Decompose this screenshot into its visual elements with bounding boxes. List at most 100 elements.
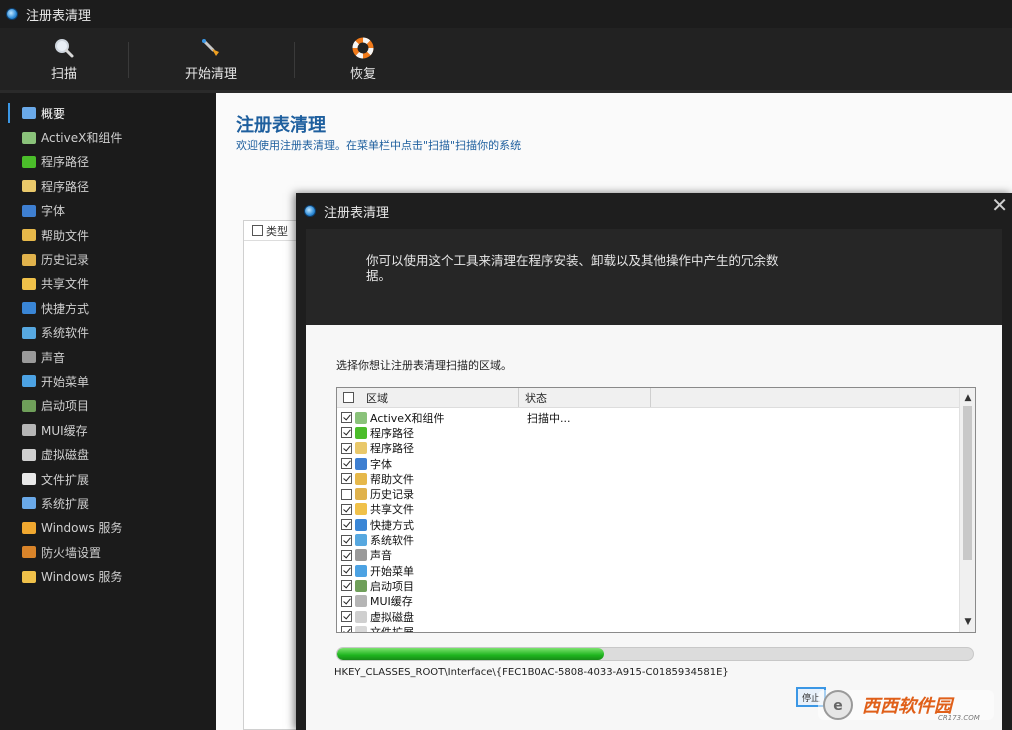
svg-text:e: e <box>833 698 843 714</box>
start-clean-label: 开始清理 <box>184 66 237 82</box>
status-column-header[interactable]: 状态 <box>519 388 651 407</box>
table-row[interactable]: 系统软件 <box>337 532 959 547</box>
select-all-checkbox[interactable] <box>252 225 263 236</box>
area-checkbox[interactable] <box>341 595 352 607</box>
scroll-down-icon[interactable]: ▼ <box>960 614 975 630</box>
sidebar-item-label: 帮助文件 <box>41 228 90 243</box>
sidebar-item[interactable]: 系统软件 <box>0 321 216 345</box>
status-cell: 扫描中... <box>527 411 571 425</box>
area-checkbox[interactable] <box>341 458 352 470</box>
area-label: 共享文件 <box>370 503 414 517</box>
scroll-thumb[interactable] <box>963 406 972 560</box>
area-checkbox[interactable] <box>341 519 352 531</box>
table-row[interactable]: 程序路径 <box>337 425 959 440</box>
scroll-up-icon[interactable]: ▲ <box>960 390 975 406</box>
sidebar-item[interactable]: 帮助文件 <box>0 223 216 247</box>
table-row[interactable]: 文件扩展 <box>337 624 959 632</box>
sidebar-item-label: 共享文件 <box>41 277 90 292</box>
table-row[interactable]: MUI缓存 <box>337 594 959 609</box>
area-column-header[interactable]: 区域 <box>337 388 519 407</box>
sidebar-item[interactable]: 历史记录 <box>0 247 216 271</box>
area-checkbox[interactable] <box>341 488 352 500</box>
close-icon[interactable]: ✕ <box>991 195 1008 215</box>
table-row[interactable]: 快捷方式 <box>337 517 959 532</box>
sidebar-item[interactable]: 启动项目 <box>0 394 216 418</box>
table-row[interactable]: 声音 <box>337 548 959 563</box>
windows-service-icon <box>22 570 36 583</box>
area-list-scrollbar[interactable]: ▲ ▼ <box>959 388 975 632</box>
sidebar-item[interactable]: 防火墙设置 <box>0 540 216 564</box>
sidebar-item[interactable]: 快捷方式 <box>0 296 216 320</box>
area-checkbox[interactable] <box>341 626 352 632</box>
area-cell: 帮助文件 <box>341 471 517 487</box>
sidebar-item-label: 启动项目 <box>41 399 90 414</box>
restore-button[interactable]: 恢复 <box>294 28 432 90</box>
area-checkbox[interactable] <box>341 412 352 424</box>
sidebar-item[interactable]: 程序路径 <box>0 174 216 198</box>
area-icon <box>355 564 367 577</box>
area-label: ActiveX和组件 <box>370 411 445 425</box>
table-row[interactable]: 共享文件 <box>337 502 959 517</box>
program-path-icon <box>22 180 36 193</box>
area-icon <box>355 411 367 424</box>
start-menu-icon <box>22 375 36 388</box>
sidebar-item[interactable]: MUI缓存 <box>0 418 216 442</box>
area-checkbox[interactable] <box>341 442 352 454</box>
window-title: 注册表清理 <box>26 8 92 24</box>
sidebar-item[interactable]: 虚拟磁盘 <box>0 442 216 466</box>
area-label: 字体 <box>370 457 392 471</box>
area-checkbox[interactable] <box>341 473 352 485</box>
area-label: 启动项目 <box>370 579 414 593</box>
sidebar-item[interactable]: 文件扩展 <box>0 467 216 491</box>
sidebar-item-label: 防火墙设置 <box>41 545 102 560</box>
area-cell: 快捷方式 <box>341 517 517 533</box>
shortcut-icon <box>22 302 36 315</box>
sidebar-item[interactable]: Windows 服务 <box>0 516 216 540</box>
table-row[interactable]: 程序路径 <box>337 441 959 456</box>
area-checkbox[interactable] <box>341 611 352 623</box>
area-list-rows: ActiveX和组件 扫描中... 程序路径 程序路径 字体 帮助文件 历史记录 共享文件 快捷… <box>337 410 959 632</box>
firewall-icon <box>22 546 36 559</box>
sidebar-item[interactable]: 开始菜单 <box>0 369 216 393</box>
table-row[interactable]: 历史记录 <box>337 486 959 501</box>
area-icon <box>355 579 367 592</box>
sidebar-item-label: Windows 服务 <box>41 570 123 585</box>
area-cell: 启动项目 <box>341 578 517 594</box>
broom-icon <box>200 37 222 59</box>
table-row[interactable]: 启动项目 <box>337 578 959 593</box>
sidebar-item[interactable]: ActiveX和组件 <box>0 125 216 149</box>
area-label: 开始菜单 <box>370 564 414 578</box>
area-icon <box>355 610 367 623</box>
sidebar-item[interactable]: 声音 <box>0 345 216 369</box>
area-checkbox[interactable] <box>341 503 352 515</box>
sidebar-item[interactable]: 程序路径 <box>0 150 216 174</box>
area-icon <box>355 534 367 547</box>
table-row[interactable]: 字体 <box>337 456 959 471</box>
scan-button[interactable]: 扫描 <box>0 28 128 90</box>
current-registry-path: HKEY_CLASSES_ROOT\Interface\{FEC1B0AC-58… <box>334 667 729 678</box>
area-checkbox[interactable] <box>341 565 352 577</box>
sidebar-item-label: 系统扩展 <box>41 496 90 511</box>
area-checkbox[interactable] <box>341 534 352 546</box>
table-row[interactable]: 帮助文件 <box>337 471 959 486</box>
table-row[interactable]: 虚拟磁盘 <box>337 609 959 624</box>
area-icon <box>355 518 367 531</box>
select-all-areas-checkbox[interactable] <box>343 392 354 403</box>
area-checkbox[interactable] <box>341 580 352 592</box>
sidebar-item[interactable]: 概要 <box>0 101 216 125</box>
scan-progress-fill <box>337 648 605 660</box>
area-prompt: 选择你想让注册表清理扫描的区域。 <box>336 359 512 372</box>
area-checkbox[interactable] <box>341 427 352 439</box>
sidebar-item[interactable]: 共享文件 <box>0 272 216 296</box>
table-row[interactable]: 开始菜单 <box>337 563 959 578</box>
area-icon <box>355 457 367 470</box>
sidebar-item[interactable]: 字体 <box>0 199 216 223</box>
sidebar-item[interactable]: 系统扩展 <box>0 491 216 515</box>
table-row[interactable]: ActiveX和组件 扫描中... <box>337 410 959 425</box>
page-subtitle: 欢迎使用注册表清理。在菜单栏中点击"扫描"扫描你的系统 <box>236 139 522 152</box>
sidebar-item-label: Windows 服务 <box>41 521 123 536</box>
start-clean-button[interactable]: 开始清理 <box>128 28 294 90</box>
area-checkbox[interactable] <box>341 549 352 561</box>
sidebar-item[interactable]: Windows 服务 <box>0 564 216 588</box>
sidebar-item-label: 字体 <box>41 204 66 219</box>
